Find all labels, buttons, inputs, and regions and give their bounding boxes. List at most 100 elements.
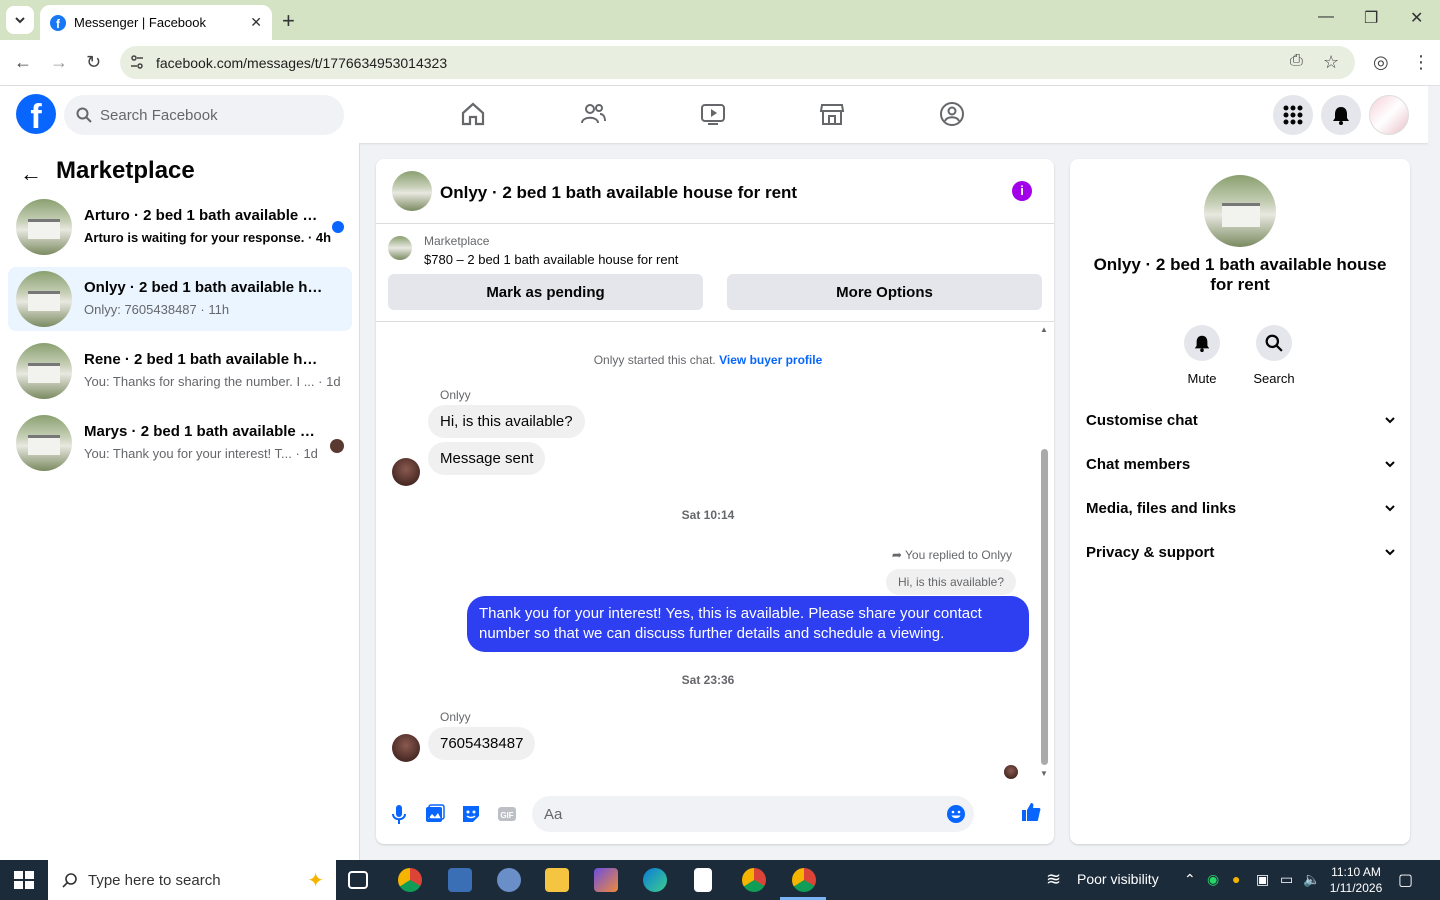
app-icon[interactable] <box>497 868 521 892</box>
chat-members-section[interactable]: Chat members <box>1086 449 1396 479</box>
view-buyer-profile-link[interactable]: View buyer profile <box>719 353 822 367</box>
edge-icon[interactable] <box>643 868 667 892</box>
conversation-name: Arturo · 2 bed 1 bath available house fo… <box>84 207 324 224</box>
scrollbar-thumb[interactable] <box>1041 449 1048 765</box>
chrome-profile-icon[interactable] <box>742 868 766 892</box>
volume-icon[interactable]: 🔈 <box>1303 871 1320 888</box>
restore-icon[interactable]: ❐ <box>1364 8 1378 28</box>
copilot-sparkle-icon[interactable]: ✦ <box>307 868 324 893</box>
close-window-icon[interactable]: ✕ <box>1410 8 1423 28</box>
gif-icon[interactable]: GIF <box>496 803 518 825</box>
new-tab-icon[interactable]: + <box>282 8 295 34</box>
mute-button[interactable]: Mute <box>1172 325 1232 386</box>
facebook-search-input[interactable]: Search Facebook <box>64 95 344 135</box>
tray-app-icon[interactable]: ● <box>1232 871 1240 887</box>
sticker-icon[interactable] <box>460 803 482 825</box>
chat-title[interactable]: Onlyy · 2 bed 1 bath available house for… <box>440 183 797 203</box>
conversation-item[interactable]: Rene · 2 bed 1 bath available house for … <box>8 339 352 403</box>
notifications-button[interactable] <box>1321 95 1361 135</box>
composer-placeholder: Aa <box>544 805 563 823</box>
tab-search-button[interactable] <box>6 6 34 34</box>
reload-icon[interactable]: ↻ <box>86 52 101 73</box>
notepad-icon[interactable] <box>694 868 712 892</box>
minimize-icon[interactable]: — <box>1318 8 1334 26</box>
listing-price-title[interactable]: $780 – 2 bed 1 bath available house for … <box>424 252 678 267</box>
privacy-support-section[interactable]: Privacy & support <box>1086 537 1396 567</box>
task-view-icon[interactable] <box>348 871 368 889</box>
facebook-header: f Search Facebook <box>0 86 1428 143</box>
info-icon[interactable]: i <box>1012 181 1032 201</box>
browser-menu-icon[interactable]: ⋮ <box>1412 52 1430 73</box>
sender-avatar[interactable] <box>392 734 420 762</box>
url-text: facebook.com/messages/t/1776634953014323 <box>156 54 448 71</box>
scroll-down-icon[interactable]: ▼ <box>1040 769 1048 778</box>
forward-icon[interactable]: → <box>50 52 68 73</box>
browser-tabbar: f Messenger | Facebook ✕ + — ❐ ✕ <box>0 0 1440 40</box>
bookmark-star-icon[interactable]: ☆ <box>1323 52 1339 73</box>
message-input[interactable]: Aa <box>532 796 974 832</box>
friends-icon[interactable] <box>579 100 607 128</box>
conversation-item[interactable]: Marys · 2 bed 1 bath available house for… <box>8 411 352 475</box>
groups-icon[interactable] <box>938 100 966 128</box>
taskbar-search-placeholder: Type here to search <box>88 871 221 889</box>
customise-chat-section[interactable]: Customise chat <box>1086 405 1396 435</box>
chevron-down-icon <box>1385 461 1395 468</box>
incoming-message[interactable]: Hi, is this available? <box>428 405 585 438</box>
more-options-button[interactable]: More Options <box>727 274 1042 310</box>
outgoing-message[interactable]: Thank you for your interest! Yes, this i… <box>467 596 1029 652</box>
close-tab-icon[interactable]: ✕ <box>250 14 262 31</box>
whatsapp-icon[interactable]: ◉ <box>1207 871 1219 888</box>
marketplace-label: Marketplace <box>424 234 490 248</box>
meet-icon[interactable]: ▣ <box>1256 871 1269 888</box>
network-icon[interactable]: ▭ <box>1280 871 1293 888</box>
conversation-preview: Arturo is waiting for your response. · 4… <box>84 230 332 245</box>
browser-tab[interactable]: f Messenger | Facebook ✕ <box>40 5 272 40</box>
sender-name: Onlyy <box>440 388 471 402</box>
install-app-icon[interactable]: ⎙ <box>1290 52 1303 70</box>
quoted-message[interactable]: Hi, is this available? <box>885 569 1016 595</box>
search-in-chat-button[interactable]: Search <box>1244 325 1304 386</box>
chrome-icon[interactable] <box>398 868 422 892</box>
conversation-item-active[interactable]: Onlyy · 2 bed 1 bath available house for… <box>8 267 352 331</box>
chrome-active-icon[interactable] <box>792 868 816 892</box>
back-arrow-icon[interactable]: ← <box>20 161 42 187</box>
marketplace-icon[interactable] <box>818 100 846 128</box>
profile-icon[interactable]: ◎ <box>1373 52 1389 73</box>
video-icon[interactable] <box>699 100 727 128</box>
photo-icon[interactable] <box>424 803 446 825</box>
media-files-links-section[interactable]: Media, files and links <box>1086 493 1396 523</box>
chat-avatar[interactable] <box>392 171 432 211</box>
chat-scrollbar[interactable]: ▲ ▼ <box>1038 325 1050 781</box>
taskbar-clock[interactable]: 11:10 AM 1/11/2026 <box>1325 864 1387 896</box>
marketplace-sidebar: ← Marketplace Arturo · 2 bed 1 bath avai… <box>0 143 360 860</box>
mark-as-pending-button[interactable]: Mark as pending <box>388 274 703 310</box>
app-icon[interactable] <box>448 868 472 892</box>
page-scrollbar[interactable] <box>1428 86 1440 860</box>
copilot-app-icon[interactable] <box>594 868 618 892</box>
weather-text[interactable]: Poor visibility <box>1077 871 1159 887</box>
scroll-up-icon[interactable]: ▲ <box>1040 325 1048 334</box>
listing-avatar[interactable] <box>1204 175 1276 247</box>
facebook-logo-icon[interactable]: f <box>16 94 56 134</box>
emoji-icon[interactable] <box>946 804 966 824</box>
taskbar-search-input[interactable]: Type here to search ✦ <box>48 860 336 900</box>
incoming-message[interactable]: 7605438487 <box>428 727 536 760</box>
menu-grid-button[interactable] <box>1273 95 1313 135</box>
sender-avatar[interactable] <box>392 458 420 486</box>
notification-center-icon[interactable]: ▢ <box>1398 870 1413 890</box>
incoming-message[interactable]: Message sent <box>428 442 546 475</box>
file-explorer-icon[interactable] <box>545 868 569 892</box>
microphone-icon[interactable] <box>388 803 410 825</box>
weather-icon[interactable]: ≋ <box>1046 869 1061 890</box>
like-thumbs-up-icon[interactable] <box>1020 801 1042 823</box>
windows-start-icon[interactable] <box>14 871 34 889</box>
url-field[interactable]: facebook.com/messages/t/1776634953014323 <box>120 46 1355 79</box>
chevron-down-icon <box>1385 549 1395 556</box>
account-avatar[interactable] <box>1369 95 1409 135</box>
tray-overflow-icon[interactable]: ⌃ <box>1184 871 1196 888</box>
conversation-item[interactable]: Arturo · 2 bed 1 bath available house fo… <box>8 195 352 259</box>
sender-name: Onlyy <box>440 710 471 724</box>
home-icon[interactable] <box>459 100 487 128</box>
back-icon[interactable]: ← <box>14 52 32 73</box>
site-info-icon[interactable] <box>128 53 146 71</box>
